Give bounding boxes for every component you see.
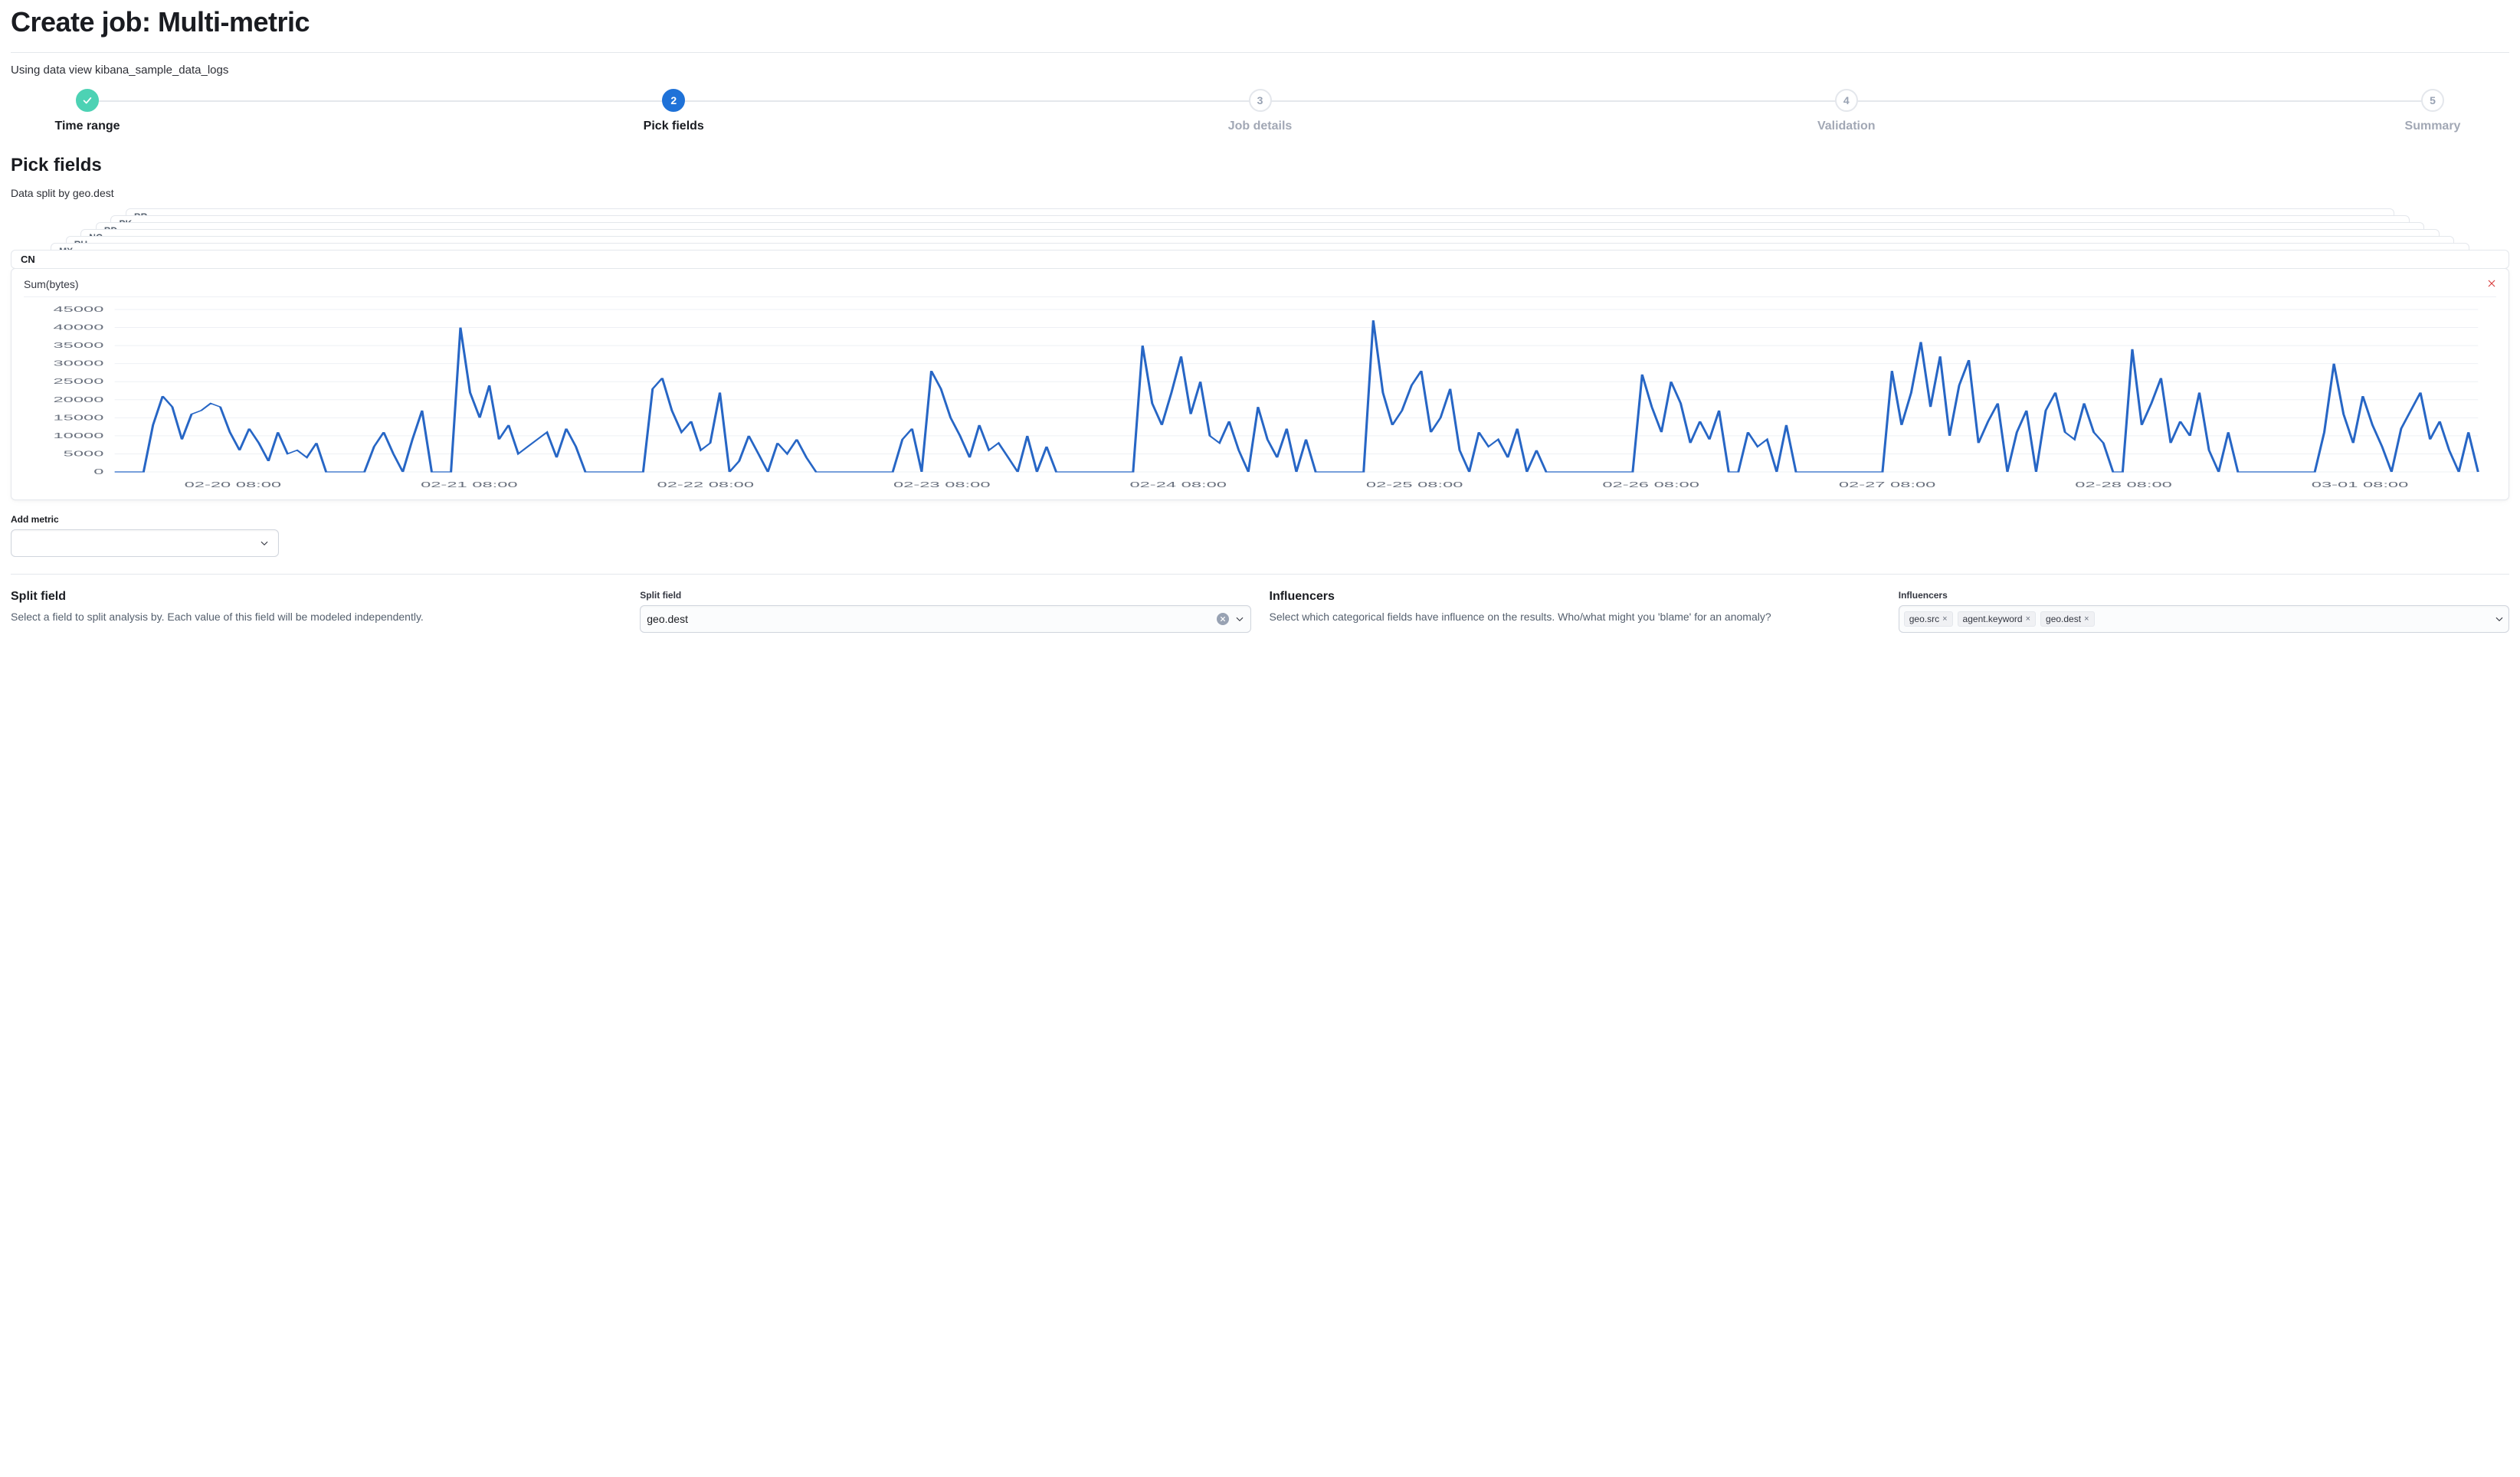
influencers-description: Select which categorical fields have inf… [1270,610,1880,625]
svg-text:15000: 15000 [53,414,103,422]
influencer-tag[interactable]: geo.dest× [2040,611,2094,627]
remove-metric-button[interactable] [2487,278,2496,290]
add-metric-label: Add metric [11,514,2509,525]
influencers-combo[interactable]: geo.src×agent.keyword×geo.dest× [1899,605,2509,633]
svg-text:20000: 20000 [53,395,103,404]
split-field-combo[interactable]: geo.dest [640,605,1250,633]
influencers-description-col: Influencers Select which categorical fie… [1270,590,1880,633]
tag-remove-icon[interactable]: × [2084,614,2089,624]
step-circle: 4 [1835,89,1858,112]
tag-label: geo.dest [2046,614,2081,624]
tag-remove-icon[interactable]: × [1942,614,1947,624]
svg-text:45000: 45000 [53,305,103,313]
split-card: CN [11,250,2509,269]
split-field-heading: Split field [11,590,621,604]
add-metric-select[interactable] [11,529,279,557]
step-label: Summary [2405,120,2461,133]
influencers-input-col: Influencers geo.src×agent.keyword×geo.de… [1899,590,2509,633]
step-4: 4 Validation [1801,89,1892,133]
chevron-down-icon [2495,614,2504,624]
split-field-label: Split field [640,590,1250,601]
step-label: Pick fields [644,120,704,133]
svg-text:02-25 08:00: 02-25 08:00 [1366,480,1463,489]
split-field-description: Select a field to split analysis by. Eac… [11,610,621,625]
step-label: Time range [54,120,120,133]
wizard-stepper: Time range 2 Pick fields 3 Job details 4 Valid… [41,89,2479,133]
data-view-text: Using data view kibana_sample_data_logs [11,64,2509,77]
tag-label: geo.src [1909,614,1939,624]
step-label: Job details [1228,120,1293,133]
svg-text:02-28 08:00: 02-28 08:00 [2075,480,2172,489]
step-5: 5 Summary [2387,89,2479,133]
tag-label: agent.keyword [1963,614,2023,624]
chevron-down-icon [1235,614,1244,624]
svg-text:0: 0 [93,467,103,476]
influencers-heading: Influencers [1270,590,1880,604]
split-field-value: geo.dest [647,613,688,625]
svg-text:30000: 30000 [53,359,103,368]
title-divider [11,52,2509,53]
section-title: Pick fields [11,155,2509,176]
step-circle: 2 [662,89,685,112]
step-circle [76,89,99,112]
svg-text:5000: 5000 [64,450,104,458]
svg-text:02-27 08:00: 02-27 08:00 [1839,480,1936,489]
step-circle: 3 [1249,89,1272,112]
split-field-input-col: Split field geo.dest [640,590,1250,633]
svg-text:35000: 35000 [53,341,103,349]
svg-text:02-26 08:00: 02-26 08:00 [1602,480,1699,489]
split-field-description-col: Split field Select a field to split anal… [11,590,621,633]
step-1[interactable]: Time range [41,89,133,133]
split-field-clear-button[interactable] [1217,613,1229,625]
chevron-down-icon [260,539,269,548]
svg-text:40000: 40000 [53,323,103,332]
influencer-tag[interactable]: geo.src× [1904,611,1953,627]
influencer-tag[interactable]: agent.keyword× [1958,611,2036,627]
metric-chart-card: Sum(bytes) 0 5000 10000 15000 20000 25000 3000… [11,268,2509,500]
section-divider [11,574,2509,575]
page-title: Create job: Multi-metric [11,6,2509,38]
step-3: 3 Job details [1214,89,1306,133]
svg-text:02-20 08:00: 02-20 08:00 [185,480,282,489]
step-label: Validation [1817,120,1876,133]
svg-text:02-24 08:00: 02-24 08:00 [1129,480,1227,489]
step-2[interactable]: 2 Pick fields [628,89,719,133]
svg-text:02-22 08:00: 02-22 08:00 [657,480,755,489]
svg-text:25000: 25000 [53,377,103,385]
svg-text:02-21 08:00: 02-21 08:00 [421,480,518,489]
split-cards-stack: BRPKBDNGRUMXCN [11,208,2509,265]
svg-text:03-01 08:00: 03-01 08:00 [2312,480,2409,489]
svg-text:02-23 08:00: 02-23 08:00 [893,480,991,489]
step-circle: 5 [2421,89,2444,112]
chart-body: 0 5000 10000 15000 20000 25000 30000 35000 40000… [24,303,2496,493]
chart-title: Sum(bytes) [24,278,79,290]
split-by-label: Data split by geo.dest [11,187,2509,199]
tag-remove-icon[interactable]: × [2026,614,2030,624]
svg-text:10000: 10000 [53,431,103,440]
influencers-label: Influencers [1899,590,2509,601]
